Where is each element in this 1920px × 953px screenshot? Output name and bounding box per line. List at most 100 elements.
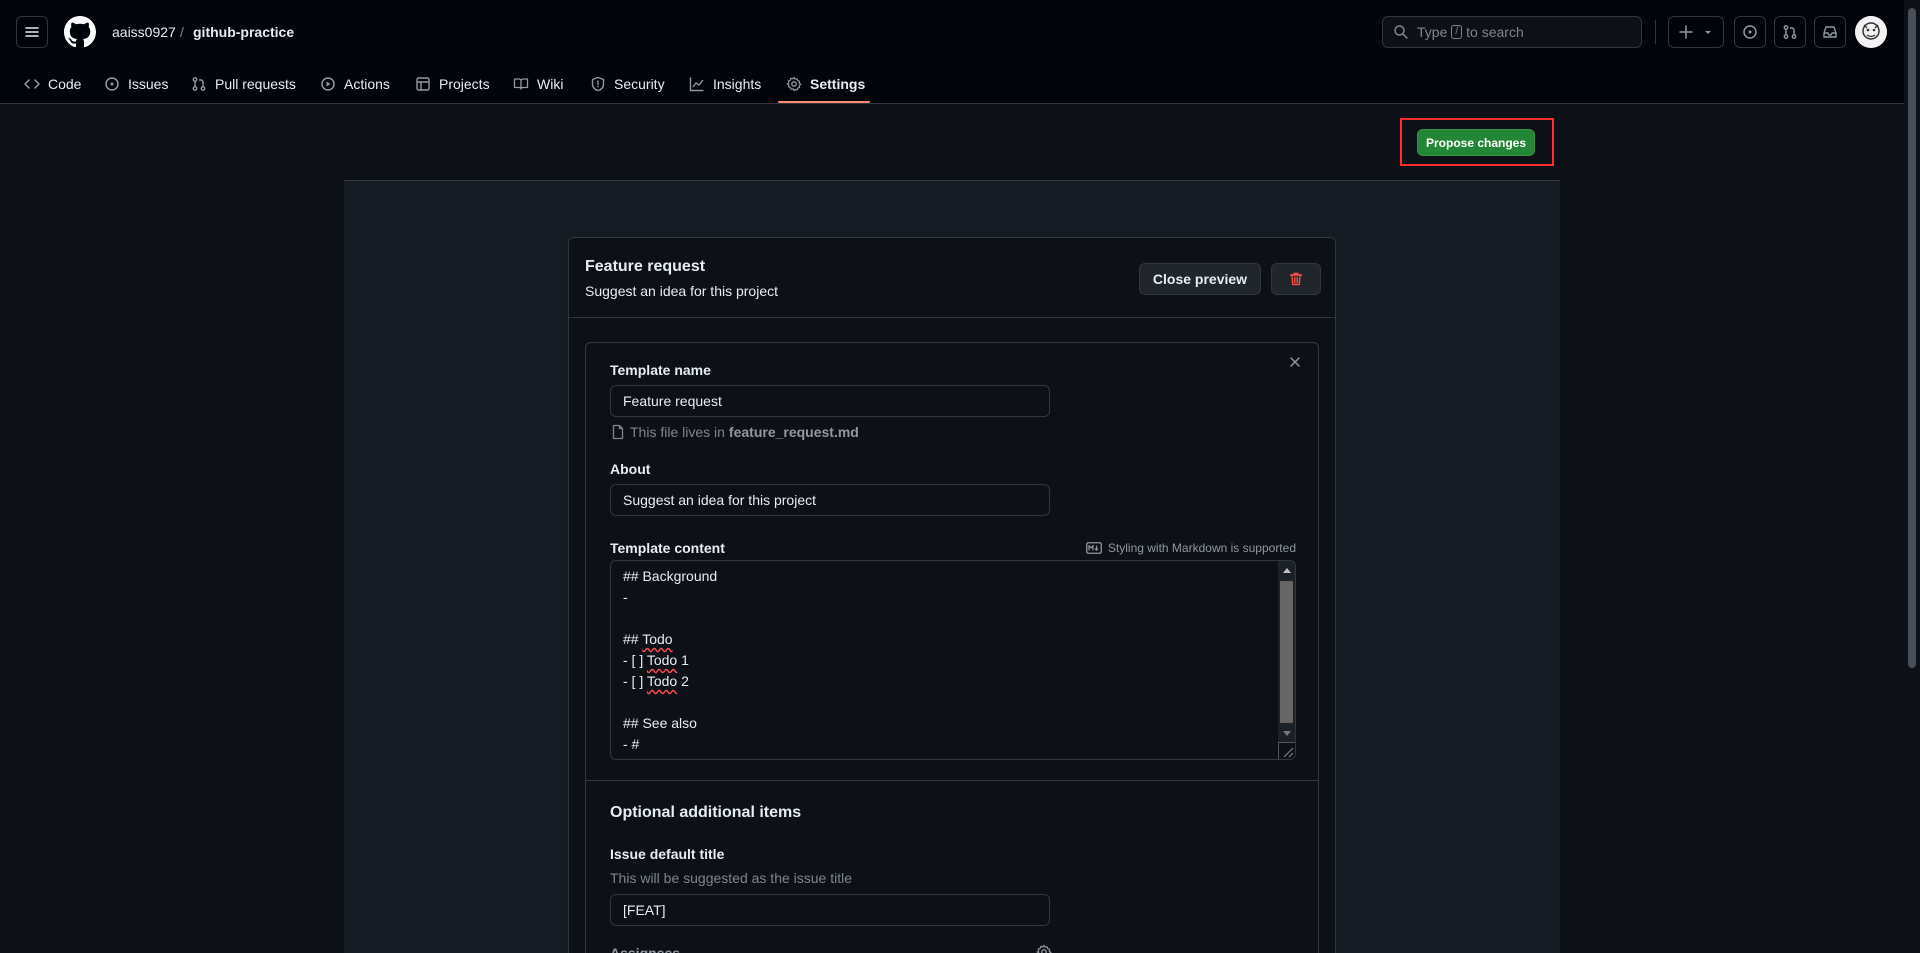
tab-security[interactable]: Security [590,64,665,104]
about-input[interactable]: Suggest an idea for this project [610,484,1050,516]
scroll-up-arrow[interactable] [1278,561,1295,578]
content-line-text: ## See also [623,715,697,731]
issue-opened-icon [105,77,119,91]
menu-button[interactable] [16,16,48,48]
search-icon [1394,25,1408,39]
content-line: - [623,587,717,608]
triangle-up-icon [1282,567,1291,573]
issue-opened-icon [1743,25,1757,39]
template-card-title: Feature request [585,258,706,275]
tab-issues[interactable]: Issues [104,64,168,104]
content-line-text: ## [623,631,643,647]
tab-code-label: Code [48,76,82,92]
content-line: ## Background [623,566,717,587]
file-hint-prefix: This file lives in [630,424,725,440]
content-line-text: ## Background [623,568,718,584]
search-input[interactable]: Type / to search [1382,16,1642,48]
section-divider [586,780,1318,781]
plus-icon [1679,25,1693,39]
search-placeholder-before: Type [1417,24,1448,40]
gear-icon [1036,944,1052,953]
create-new-button[interactable] [1668,16,1724,48]
avatar-image-icon [1855,16,1887,48]
content-line-suffix: 2 [677,673,689,689]
tab-actions-label: Actions [344,76,390,92]
code-icon [24,79,40,89]
content-line-text: - [ ] [623,652,647,668]
template-form: Template name Feature request This file … [585,342,1319,953]
tab-projects[interactable]: Projects [415,64,490,104]
issues-button[interactable] [1734,16,1766,48]
tab-wiki[interactable]: Wiki [513,64,563,104]
trash-icon [1289,272,1303,286]
triangle-down-icon [1282,730,1291,736]
active-tab-indicator [778,101,870,103]
close-icon [1290,357,1300,367]
github-logo[interactable] [64,16,96,48]
template-name-input[interactable]: Feature request [610,385,1050,417]
github-mark-icon [64,16,96,48]
optional-items-heading: Optional additional items [610,804,802,821]
pull-requests-button[interactable] [1774,16,1806,48]
template-card: Feature request Suggest an idea for this… [568,237,1336,953]
header-divider [1655,20,1656,44]
close-preview-button[interactable]: Close preview [1139,263,1261,295]
issue-title-hint: This will be suggested as the issue titl… [610,870,853,886]
git-pull-request-icon [1783,25,1797,39]
tab-pull-requests-label: Pull requests [215,76,296,92]
issue-title-input[interactable]: [FEAT] [610,894,1050,926]
inbox-button[interactable] [1814,16,1846,48]
book-icon [513,78,529,90]
spellcheck-word: Todo [646,673,678,689]
tab-security-label: Security [614,76,665,92]
tab-settings-label: Settings [810,76,866,92]
assignees-settings-button[interactable] [1036,944,1052,953]
resize-handle[interactable] [1278,742,1295,759]
resize-grip-icon [1283,747,1294,758]
textarea-scrollbar[interactable] [1278,561,1295,759]
about-label: About [610,461,651,477]
template-card-description: Suggest an idea for this project [585,283,779,299]
delete-template-button[interactable] [1271,263,1321,295]
tab-pull-requests[interactable]: Pull requests [191,64,296,104]
tab-insights-label: Insights [713,76,762,92]
tab-actions[interactable]: Actions [320,64,390,104]
top-bar: aaiss0927 / github-practice Type / to se… [0,0,1920,64]
template-content-label: Template content [610,540,725,556]
template-content-text: ## Background - ## Todo - [ ] Todo 1- [ ] T… [623,566,717,755]
propose-changes-button[interactable]: Propose changes [1417,129,1535,156]
spellcheck-word: Todo [642,631,673,647]
collapse-form-button[interactable] [1286,353,1304,371]
scroll-down-arrow[interactable] [1278,725,1295,742]
search-shortcut-key: / [1451,25,1463,39]
scrollbar-thumb[interactable] [1280,581,1293,723]
user-avatar[interactable] [1855,16,1887,48]
file-icon [612,424,624,440]
template-content-textarea[interactable]: ## Background - ## Todo - [ ] Todo 1- [ ] T… [610,560,1296,760]
inbox-icon [1823,26,1837,38]
content-line-suffix: 1 [677,652,689,668]
app-header: aaiss0927 / github-practice Type / to se… [0,0,1920,104]
page-scrollbar[interactable] [1904,0,1920,953]
content-line [623,608,717,629]
file-name: feature_request.md [728,424,859,440]
tab-insights[interactable]: Insights [689,64,761,104]
content-line [623,692,717,713]
content-line-text: - # [623,736,640,752]
page-scrollbar-thumb[interactable] [1908,8,1916,668]
repo-nav-tabs: Code Issues Pull requests Actions Projec… [0,64,1920,104]
search-placeholder-after: to search [1466,24,1524,40]
file-location-hint: This file lives in feature_request.md [610,424,859,440]
shield-icon [591,76,605,92]
tab-code[interactable]: Code [24,64,81,104]
spellcheck-word: Todo [646,652,678,668]
breadcrumb-owner[interactable]: aaiss0927 [112,22,176,42]
tab-settings[interactable]: Settings [786,64,865,104]
markdown-hint[interactable]: Styling with Markdown is supported [1080,541,1296,555]
table-icon [416,77,430,91]
issue-title-label: Issue default title [610,846,725,862]
breadcrumb-separator: / [180,24,184,40]
template-name-label: Template name [610,362,711,378]
breadcrumb-repo[interactable]: github-practice [193,22,294,42]
tab-issues-label: Issues [128,76,169,92]
